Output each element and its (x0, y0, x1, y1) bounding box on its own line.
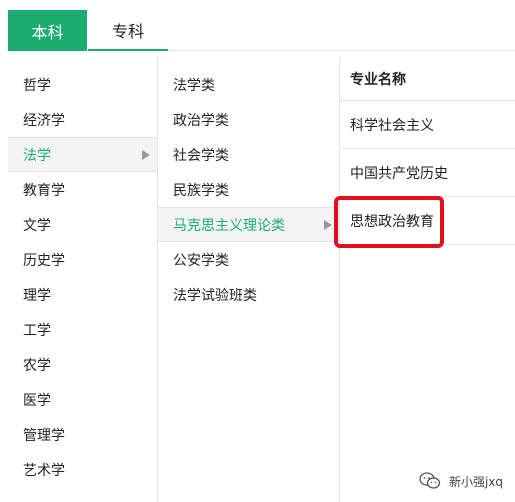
discipline-item[interactable]: 管理学 (8, 417, 157, 452)
category-list: 法学类 政治学类 社会学类 民族学类 马克思主义理论类 公安学类 法学试验班类 (158, 57, 340, 502)
chevron-right-icon (142, 149, 150, 160)
discipline-item[interactable]: 历史学 (8, 242, 157, 277)
category-item[interactable]: 社会学类 (158, 137, 339, 172)
tab-associate[interactable]: 专科 (88, 10, 168, 51)
highlight-annotation (334, 196, 444, 248)
discipline-item[interactable]: 经济学 (8, 102, 157, 137)
discipline-label: 法学 (23, 147, 51, 164)
major-item[interactable]: 中国共产党历史 (340, 149, 515, 197)
discipline-item[interactable]: 工学 (8, 312, 157, 347)
category-item[interactable]: 法学类 (158, 67, 339, 102)
major-list: 专业名称 科学社会主义 中国共产党历史 思想政治教育 (340, 57, 515, 502)
discipline-list: 哲学 经济学 法学 教育学 文学 历史学 理学 工学 农学 医学 管理学 艺术学 (8, 57, 158, 502)
degree-tabs: 本科 专科 (0, 0, 515, 52)
discipline-item[interactable]: 理学 (8, 277, 157, 312)
category-item[interactable]: 政治学类 (158, 102, 339, 137)
discipline-item[interactable]: 艺术学 (8, 452, 157, 487)
wechat-icon (419, 472, 441, 489)
discipline-item[interactable]: 文学 (8, 207, 157, 242)
watermark-text: 新小强jxq (448, 474, 503, 489)
category-label: 马克思主义理论类 (173, 217, 285, 234)
discipline-item-active[interactable]: 法学 (8, 137, 157, 172)
discipline-item[interactable]: 农学 (8, 347, 157, 382)
tab-bachelor[interactable]: 本科 (8, 10, 87, 51)
discipline-item[interactable]: 哲学 (8, 67, 157, 102)
discipline-item[interactable]: 教育学 (8, 172, 157, 207)
watermark: 新小强jxq (419, 472, 503, 490)
discipline-item[interactable]: 医学 (8, 382, 157, 417)
tab-divider (168, 50, 515, 51)
major-item[interactable]: 科学社会主义 (340, 101, 515, 149)
major-list-header: 专业名称 (340, 57, 515, 101)
chevron-right-icon (324, 219, 332, 230)
category-item[interactable]: 公安学类 (158, 242, 339, 277)
category-item[interactable]: 法学试验班类 (158, 277, 339, 312)
category-item-active[interactable]: 马克思主义理论类 (158, 207, 339, 242)
category-item[interactable]: 民族学类 (158, 172, 339, 207)
